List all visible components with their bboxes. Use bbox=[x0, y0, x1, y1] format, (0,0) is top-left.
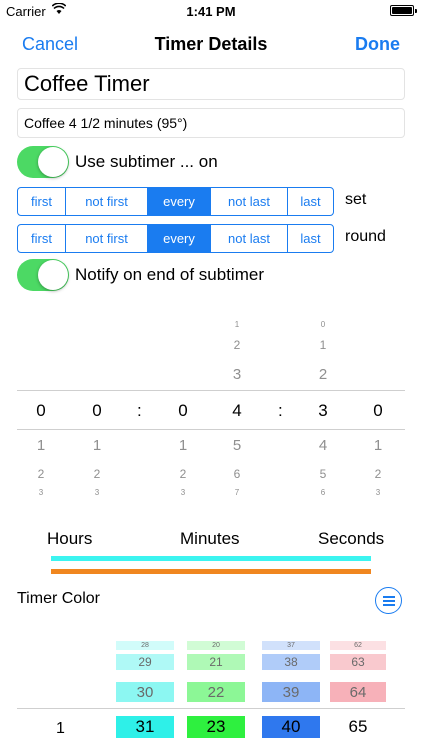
timer-progress-bar bbox=[51, 569, 371, 574]
status-bar: Carrier 1:41 PM bbox=[0, 0, 422, 24]
color-value-selected: 65 bbox=[348, 717, 368, 736]
round-option-not-first[interactable]: not first bbox=[66, 225, 148, 252]
switch-knob bbox=[38, 260, 68, 290]
color-value: 38 bbox=[262, 654, 320, 670]
wheel-value: 3 bbox=[375, 488, 381, 497]
color-value-selected: 31 bbox=[116, 716, 174, 738]
wheel-value: 6 bbox=[320, 488, 326, 497]
navigation-bar: Cancel Timer Details Done bbox=[0, 24, 422, 64]
hours-label: Hours bbox=[47, 529, 93, 548]
wheel-value: 2 bbox=[374, 467, 382, 481]
subtimer-switch[interactable] bbox=[17, 146, 69, 178]
wheel-value: 1 bbox=[36, 437, 46, 454]
status-time: 1:41 PM bbox=[186, 4, 236, 19]
set-option-first[interactable]: first bbox=[18, 188, 66, 215]
set-option-not-first[interactable]: not first bbox=[66, 188, 148, 215]
time-separator: : bbox=[137, 401, 142, 420]
set-label: set bbox=[345, 191, 367, 208]
timer-description-field[interactable]: Coffee 4 1/2 minutes (95°) bbox=[17, 108, 405, 138]
color-value: 63 bbox=[330, 654, 386, 670]
color-row-label: 1 bbox=[56, 720, 65, 737]
wheel-value: 1 bbox=[373, 437, 383, 454]
round-label: round bbox=[345, 228, 386, 245]
set-option-last[interactable]: last bbox=[288, 188, 333, 215]
subtimer-progress-bar bbox=[51, 556, 371, 561]
wheel-value: 1 bbox=[234, 320, 240, 329]
wheel-value: 0 bbox=[373, 401, 383, 420]
wheel-value: 2 bbox=[93, 467, 101, 481]
color-picker[interactable]: 1 28 29 30 31 20 21 22 23 37 38 39 40 62 63 64 65 bbox=[0, 632, 422, 750]
wheel-value: 6 bbox=[233, 467, 241, 481]
round-option-first[interactable]: first bbox=[18, 225, 66, 252]
notify-label: Notify on end of subtimer bbox=[75, 265, 264, 284]
wheel-value: 3 bbox=[180, 488, 186, 497]
color-value: 20 bbox=[187, 641, 245, 650]
wheel-value: 3 bbox=[94, 488, 100, 497]
color-value: 22 bbox=[187, 682, 245, 702]
timer-name-field[interactable]: Coffee Timer bbox=[17, 68, 405, 100]
color-value: 39 bbox=[262, 682, 320, 702]
picker-divider bbox=[17, 708, 405, 709]
battery-icon bbox=[390, 5, 417, 16]
time-separator: : bbox=[278, 401, 283, 420]
color-value-selected: 23 bbox=[187, 716, 245, 738]
wheel-value: 2 bbox=[318, 366, 328, 383]
round-option-every[interactable]: every bbox=[148, 225, 211, 252]
wheel-value: 0 bbox=[92, 401, 102, 420]
color-value: 62 bbox=[330, 641, 386, 650]
wheel-value: 0 bbox=[320, 320, 326, 329]
set-option-every[interactable]: every bbox=[148, 188, 211, 215]
wheel-value: 2 bbox=[179, 467, 187, 481]
time-picker[interactable]: 0 1 2 3 0 1 2 3 : 0 1 2 3 1 2 3 4 5 6 7 … bbox=[17, 318, 405, 500]
minutes-label: Minutes bbox=[180, 529, 240, 548]
round-segmented-control: first not first every not last last bbox=[17, 224, 334, 253]
wheel-value: 4 bbox=[318, 437, 328, 454]
round-option-not-last[interactable]: not last bbox=[211, 225, 288, 252]
wheel-value: 5 bbox=[319, 467, 327, 481]
color-value: 28 bbox=[116, 641, 174, 650]
menu-icon[interactable] bbox=[375, 587, 402, 614]
set-option-not-last[interactable]: not last bbox=[211, 188, 288, 215]
set-segmented-control: first not first every not last last bbox=[17, 187, 334, 216]
color-value: 21 bbox=[187, 654, 245, 670]
color-value-selected: 40 bbox=[262, 716, 320, 738]
notify-row: Notify on end of subtimer bbox=[17, 259, 264, 291]
wheel-value: 2 bbox=[37, 467, 45, 481]
wheel-value: 7 bbox=[234, 488, 240, 497]
color-value: 29 bbox=[116, 654, 174, 670]
round-option-last[interactable]: last bbox=[288, 225, 333, 252]
picker-divider bbox=[17, 390, 405, 391]
wheel-value: 4 bbox=[232, 401, 242, 420]
subtimer-row: Use subtimer ... on bbox=[17, 146, 218, 178]
subtimer-label: Use subtimer ... on bbox=[75, 152, 218, 171]
wheel-value: 1 bbox=[92, 437, 102, 454]
wheel-value: 0 bbox=[36, 401, 46, 420]
wheel-value: 1 bbox=[178, 437, 188, 454]
seconds-label: Seconds bbox=[318, 529, 385, 548]
done-button[interactable]: Done bbox=[355, 34, 400, 55]
color-value: 30 bbox=[116, 682, 174, 702]
notify-switch[interactable] bbox=[17, 259, 69, 291]
color-value: 64 bbox=[330, 682, 386, 702]
wheel-value: 0 bbox=[178, 401, 188, 420]
wheel-value: 5 bbox=[232, 437, 242, 454]
color-value: 37 bbox=[262, 641, 320, 650]
switch-knob bbox=[38, 147, 68, 177]
wheel-value: 2 bbox=[233, 338, 241, 352]
wheel-value: 1 bbox=[319, 338, 327, 352]
wheel-value: 3 bbox=[232, 366, 242, 383]
wheel-value: 3 bbox=[318, 401, 328, 420]
picker-divider bbox=[17, 429, 405, 430]
timer-color-title: Timer Color bbox=[17, 590, 100, 607]
wheel-value: 3 bbox=[38, 488, 44, 497]
